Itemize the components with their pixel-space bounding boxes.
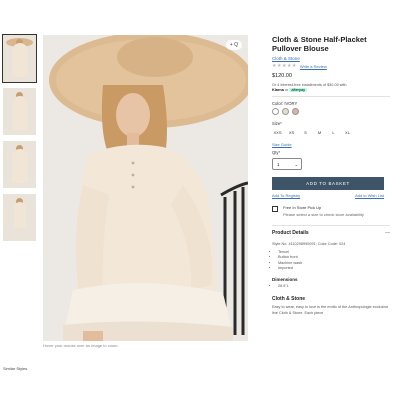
figure-shape — [12, 96, 28, 130]
model-illustration — [43, 35, 248, 341]
product-title: Cloth & Stone Half-Placket Pullover Blou… — [272, 35, 367, 53]
chevron-down-icon: ⌄ — [294, 162, 298, 167]
product-info-panel: Cloth & Stone Half-Placket Pullover Blou… — [272, 35, 390, 316]
afterpay-logo[interactable]: afterpay — [289, 88, 308, 92]
add-to-wishlist-link[interactable]: Add to Wish List — [355, 193, 384, 198]
thumbnail-list — [2, 34, 37, 247]
color-label: Color: IVORY — [272, 101, 298, 106]
payment-logos: Klarna or afterpay — [272, 88, 390, 92]
details-list: Tencel Button front Machine wash Importe… — [272, 250, 390, 272]
dimensions-title: Dimensions — [272, 276, 298, 282]
divider — [272, 225, 390, 226]
size-option[interactable]: L — [328, 129, 339, 137]
list-item: 26.5"L — [278, 284, 390, 290]
qty-label: Qty* — [272, 150, 281, 155]
thumbnail-2[interactable] — [3, 88, 36, 135]
figure-shape — [12, 149, 28, 183]
color-swatch-2[interactable] — [282, 108, 289, 115]
quantity-value: 1 — [277, 162, 280, 167]
price: $120.00 — [272, 73, 292, 79]
thumbnail-1[interactable] — [2, 34, 37, 83]
store-pickup: Free In Store Pick Up Please select a si… — [272, 205, 390, 217]
color-swatches — [272, 108, 390, 115]
brand-link[interactable]: Cloth & Stone — [272, 56, 390, 61]
similar-styles-heading: Similar Styles — [3, 366, 28, 371]
thumbnail-4[interactable] — [3, 194, 36, 241]
figure-shape — [14, 202, 26, 228]
style-number: Style No. 4110298990091; Color Code: 024 — [272, 242, 346, 246]
size-option[interactable]: S — [300, 129, 311, 137]
pickup-title: Free In Store Pick Up — [283, 205, 322, 210]
add-to-registry-link[interactable]: Add To Registry — [272, 193, 300, 198]
size-guide-link[interactable]: Size Guide — [272, 142, 390, 147]
minus-icon: — — [385, 230, 390, 236]
star-rating-icon: ★★★★★ — [272, 63, 297, 69]
add-to-basket-button[interactable]: ADD TO BASKET — [272, 177, 384, 190]
color-swatch-3[interactable] — [292, 108, 299, 115]
size-option[interactable]: XL — [342, 129, 353, 137]
size-option[interactable]: XXS — [272, 129, 283, 137]
product-details-header[interactable]: Product Details — — [272, 230, 390, 236]
image-caption: Hover your mouse over an image to zoom. — [43, 343, 119, 348]
zoom-badge[interactable]: + Q — [225, 40, 242, 50]
write-review-link[interactable]: Write a Review — [300, 64, 327, 69]
pay-or-text: or — [284, 88, 289, 92]
size-option[interactable]: M — [314, 129, 325, 137]
secondary-actions: Add To Registry Add to Wish List — [272, 193, 384, 198]
main-product-image[interactable]: + Q — [43, 35, 248, 341]
cloth-stone-description: Easy to wear, easy to love is the motto … — [272, 305, 389, 315]
dimensions-list: 26.5"L — [272, 284, 390, 290]
quantity-select[interactable]: 1 ⌄ — [272, 158, 302, 170]
list-item: Imported — [278, 266, 390, 272]
rating-row: ★★★★★ Write a Review — [272, 63, 390, 69]
color-swatch-1[interactable] — [272, 108, 279, 115]
thumbnail-3[interactable] — [3, 141, 36, 188]
divider — [272, 96, 390, 97]
cloth-stone-title: Cloth & Stone — [272, 296, 306, 302]
size-label: Size* — [272, 121, 282, 126]
product-details-title: Product Details — [272, 230, 309, 236]
klarna-logo[interactable]: Klarna — [272, 88, 284, 92]
figure-shape — [12, 43, 28, 77]
pickup-subtext: Please select a size to check store avai… — [283, 212, 364, 217]
store-pickup-checkbox[interactable] — [272, 206, 278, 212]
size-option[interactable]: XS — [286, 129, 297, 137]
size-options: XXS XS S M L XL — [272, 129, 390, 137]
